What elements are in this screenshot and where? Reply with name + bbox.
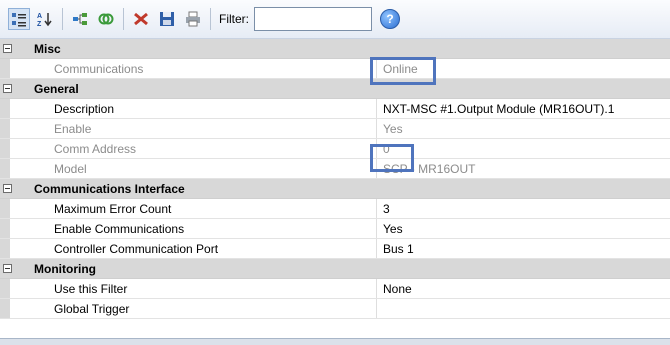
print-icon[interactable] [182, 8, 204, 30]
property-row-enable-communications[interactable]: Enable Communications Yes [0, 219, 670, 239]
category-name: Monitoring [34, 262, 96, 276]
property-row-description[interactable]: Description NXT-MSC #1.Output Module (MR… [0, 99, 670, 119]
filter-input[interactable] [254, 7, 372, 31]
toolbar-separator [210, 8, 211, 30]
category-name: Communications Interface [34, 182, 185, 196]
property-row-use-this-filter[interactable]: Use this Filter None [0, 279, 670, 299]
collapse-icon[interactable] [3, 264, 12, 273]
property-row-communications[interactable]: Communications Online [0, 59, 670, 79]
toolbar: A Z Filter: ? [0, 0, 670, 39]
link-icon[interactable] [95, 8, 117, 30]
help-icon[interactable]: ? [380, 9, 400, 29]
category-row-general[interactable]: General [0, 79, 670, 99]
property-value: SCP - MR16OUT [383, 162, 476, 176]
property-name: Enable Communications [54, 222, 185, 236]
alphabetical-sort-icon[interactable]: A Z [34, 8, 56, 30]
property-name: Maximum Error Count [54, 202, 172, 216]
property-name: Description [54, 102, 115, 116]
category-row-misc[interactable]: Misc [0, 39, 670, 59]
property-value[interactable]: None [383, 282, 412, 296]
property-name: Comm Address [54, 142, 137, 156]
property-value: 0 [383, 142, 390, 156]
category-row-monitoring[interactable]: Monitoring [0, 259, 670, 279]
hierarchy-icon[interactable] [69, 8, 91, 30]
property-value: Online [383, 62, 418, 76]
property-row-model[interactable]: Model SCP - MR16OUT [0, 159, 670, 179]
property-row-comm-address[interactable]: Comm Address 0 [0, 139, 670, 159]
property-name: Communications [54, 62, 144, 76]
property-name: Model [54, 162, 87, 176]
property-row-controller-communication-port[interactable]: Controller Communication Port Bus 1 [0, 239, 670, 259]
save-icon[interactable] [156, 8, 178, 30]
svg-text:Z: Z [37, 21, 42, 27]
collapse-icon[interactable] [3, 184, 12, 193]
collapse-icon[interactable] [3, 84, 12, 93]
category-name: General [34, 82, 79, 96]
property-value[interactable]: 3 [383, 202, 390, 216]
property-name: Enable [54, 122, 92, 136]
help-glyph: ? [386, 12, 394, 26]
property-value[interactable]: Bus 1 [383, 242, 414, 256]
delete-icon[interactable] [130, 8, 152, 30]
property-value: Yes [383, 122, 403, 136]
property-value[interactable]: NXT-MSC #1.Output Module (MR16OUT).1 [383, 102, 614, 116]
property-row-enable[interactable]: Enable Yes [0, 119, 670, 139]
property-row-global-trigger[interactable]: Global Trigger [0, 299, 670, 319]
category-row-communications-interface[interactable]: Communications Interface [0, 179, 670, 199]
property-row-maximum-error-count[interactable]: Maximum Error Count 3 [0, 199, 670, 219]
toolbar-separator [123, 8, 124, 30]
category-name: Misc [34, 42, 61, 56]
property-name: Global Trigger [54, 302, 130, 316]
property-name: Use this Filter [54, 282, 128, 296]
filter-label: Filter: [219, 12, 249, 26]
collapse-icon[interactable] [3, 44, 12, 53]
property-value[interactable]: Yes [383, 222, 403, 236]
property-grid: Misc Communications Online General Descr… [0, 39, 670, 338]
property-name: Controller Communication Port [54, 242, 219, 256]
toolbar-separator [62, 8, 63, 30]
svg-text:A: A [37, 13, 42, 20]
description-pane-edge [0, 338, 670, 345]
categorized-icon[interactable] [8, 8, 30, 30]
